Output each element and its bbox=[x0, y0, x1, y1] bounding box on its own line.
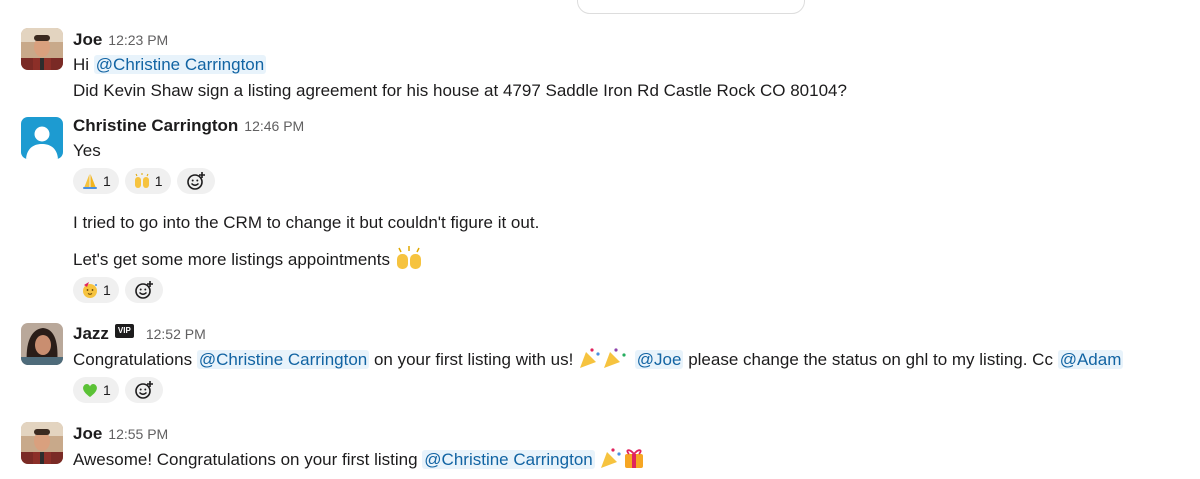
avatar[interactable] bbox=[21, 117, 63, 159]
reaction-count: 1 bbox=[103, 382, 111, 398]
reaction-bar: 1 1 bbox=[73, 166, 1200, 196]
avatar[interactable] bbox=[21, 28, 63, 70]
message-text-segment: Let's get some more listings appointment… bbox=[73, 250, 390, 269]
vip-badge: VIP bbox=[114, 324, 134, 338]
message-text-segment: on your first listing with us! bbox=[369, 350, 579, 369]
message-text: Hi @Christine Carrington bbox=[73, 52, 1200, 78]
sender-name[interactable]: Jazz bbox=[73, 324, 109, 343]
timestamp[interactable]: 12:52 PM bbox=[146, 326, 206, 342]
green-heart-icon bbox=[83, 384, 97, 397]
message-text: Congratulations @Christine Carrington on… bbox=[73, 346, 1200, 373]
partying-face-icon bbox=[83, 282, 97, 298]
add-reaction-icon bbox=[134, 281, 153, 299]
message-text: Let's get some more listings appointment… bbox=[73, 246, 1200, 273]
add-reaction-icon bbox=[186, 172, 205, 190]
party-popper-icon bbox=[580, 348, 626, 368]
sender-name[interactable]: Joe bbox=[73, 30, 102, 49]
mention-christine[interactable]: @Christine Carrington bbox=[93, 55, 267, 74]
reaction-partying-face[interactable]: 1 bbox=[73, 277, 119, 303]
mention-christine[interactable]: @Christine Carrington bbox=[196, 350, 370, 369]
reaction-raised-hands[interactable]: 1 bbox=[124, 168, 171, 194]
add-reaction-button[interactable] bbox=[124, 277, 163, 303]
message-text: Did Kevin Shaw sign a listing agreement … bbox=[73, 81, 847, 100]
message-text: Awesome! Congratulations on your first l… bbox=[73, 446, 1200, 473]
reaction-count: 1 bbox=[103, 173, 111, 189]
message-text-segment: Congratulations bbox=[73, 350, 197, 369]
timestamp[interactable]: 12:46 PM bbox=[244, 118, 304, 134]
avatar[interactable] bbox=[21, 422, 63, 464]
reaction-count: 1 bbox=[154, 173, 163, 189]
reaction-bar: 1 bbox=[73, 275, 1200, 305]
date-divider-pill[interactable] bbox=[577, 0, 805, 14]
raised-hands-icon bbox=[396, 246, 421, 269]
mention-adam[interactable]: @Adam bbox=[1057, 350, 1124, 369]
raised-hands-icon bbox=[134, 173, 149, 188]
sender-name[interactable]: Christine Carrington bbox=[73, 116, 238, 135]
message-text: Yes bbox=[73, 141, 101, 160]
reaction-green-heart[interactable]: 1 bbox=[73, 377, 119, 403]
reaction-bar: 1 bbox=[73, 375, 1200, 405]
reaction-folded-hands[interactable]: 1 bbox=[73, 168, 119, 194]
add-reaction-button[interactable] bbox=[176, 168, 215, 194]
message-text-segment: please change the status on ghl to my li… bbox=[683, 350, 1058, 369]
message-text-segment: Awesome! Congratulations on your first l… bbox=[73, 450, 423, 469]
mention-christine[interactable]: @Christine Carrington bbox=[422, 450, 595, 469]
folded-hands-icon bbox=[83, 174, 97, 189]
timestamp[interactable]: 12:55 PM bbox=[108, 426, 168, 442]
mention-joe[interactable]: @Joe bbox=[634, 350, 684, 369]
message-text: I tried to go into the CRM to change it … bbox=[73, 213, 540, 232]
reaction-count: 1 bbox=[103, 282, 111, 298]
add-reaction-icon bbox=[134, 381, 153, 399]
message-text-segment: Hi bbox=[73, 55, 94, 74]
add-reaction-button[interactable] bbox=[124, 377, 163, 403]
sender-name[interactable]: Joe bbox=[73, 424, 102, 443]
timestamp[interactable]: 12:23 PM bbox=[108, 32, 168, 48]
avatar[interactable] bbox=[21, 323, 63, 365]
party-popper-icon bbox=[601, 448, 644, 468]
